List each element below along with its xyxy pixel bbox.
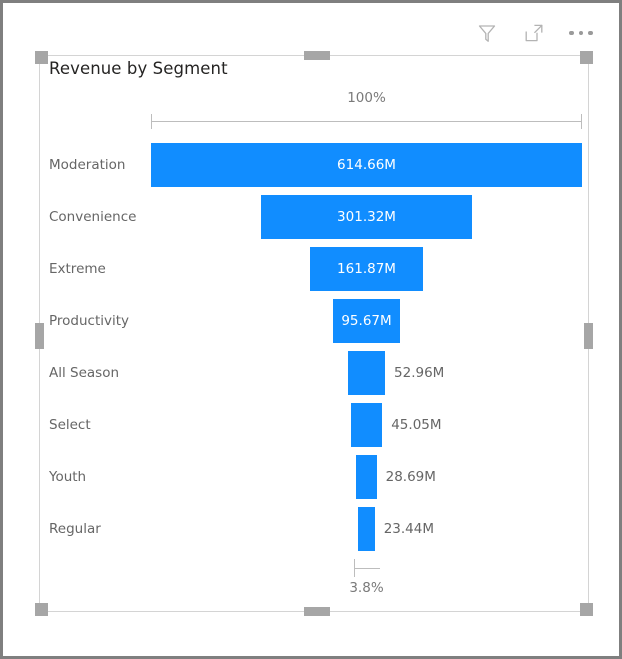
visual-header-toolbar [474, 20, 594, 46]
funnel-value-label: 301.32M [337, 209, 396, 225]
funnel-bar[interactable]: 45.05M [350, 403, 442, 447]
visual-title: Revenue by Segment [49, 59, 228, 78]
funnel-category-label: Select [49, 417, 91, 433]
funnel-bar[interactable]: 301.32M [260, 195, 473, 239]
funnel-bar[interactable]: 52.96M [347, 351, 444, 395]
funnel-row[interactable]: All Season 52.96M [40, 347, 588, 399]
filter-icon[interactable] [474, 20, 500, 46]
funnel-category-label: Productivity [49, 313, 130, 329]
funnel-bar[interactable]: 161.87M [309, 247, 424, 291]
funnel-category-label: All Season [49, 365, 120, 381]
bottom-percent-label: 3.8% [349, 580, 384, 596]
funnel-row[interactable]: Convenience 301.32M [40, 191, 588, 243]
funnel-row[interactable]: Youth 28.69M [40, 451, 588, 503]
bottom-bracket-line [353, 568, 380, 569]
funnel-rows: Moderation 614.66M Convenience 301.32M Extre… [40, 139, 588, 555]
resize-handle-top-left[interactable] [35, 51, 48, 64]
funnel-category-label: Convenience [49, 209, 137, 225]
top-percent-label: 100% [347, 90, 386, 106]
funnel-bar-zone: 23.44M [151, 503, 582, 555]
funnel-row[interactable]: Regular 23.44M [40, 503, 588, 555]
funnel-bar-zone: 301.32M [151, 191, 582, 243]
funnel-category-label: Youth [49, 469, 87, 485]
funnel-value-label: 95.67M [341, 313, 392, 329]
funnel-chart-visual[interactable]: Revenue by Segment 100% Moderation 614.66… [35, 51, 593, 616]
funnel-value-label: 45.05M [391, 417, 442, 433]
funnel-plot-area: 100% Moderation 614.66M Convenience 301.32M… [40, 90, 588, 611]
funnel-category-label: Regular [49, 521, 101, 537]
bottom-percent-bracket [151, 559, 582, 577]
funnel-value-label: 28.69M [385, 469, 436, 485]
funnel-bar-zone: 28.69M [151, 451, 582, 503]
resize-handle-bottom[interactable] [304, 607, 330, 616]
funnel-row[interactable]: Extreme 161.87M [40, 243, 588, 295]
resize-handle-left[interactable] [35, 323, 44, 349]
funnel-bar-zone: 161.87M [151, 243, 582, 295]
funnel-bar-zone: 95.67M [151, 295, 582, 347]
funnel-value-label: 52.96M [394, 365, 445, 381]
focus-mode-icon[interactable] [521, 20, 547, 46]
funnel-value-label: 614.66M [337, 157, 396, 173]
funnel-category-label: Extreme [49, 261, 106, 277]
resize-handle-top-right[interactable] [580, 51, 593, 64]
resize-handle-bottom-left[interactable] [35, 603, 48, 616]
top-percent-bracket [151, 114, 582, 129]
funnel-row[interactable]: Productivity 95.67M [40, 295, 588, 347]
resize-handle-top[interactable] [304, 51, 330, 60]
funnel-value-label: 23.44M [383, 521, 434, 537]
more-options-icon[interactable] [568, 20, 594, 46]
funnel-bar[interactable]: 95.67M [332, 299, 401, 343]
bracket-tick-right [581, 114, 582, 129]
funnel-bar[interactable]: 28.69M [356, 455, 436, 499]
resize-handle-bottom-right[interactable] [580, 603, 593, 616]
funnel-row[interactable]: Select 45.05M [40, 399, 588, 451]
funnel-bar[interactable]: 614.66M [151, 143, 582, 187]
funnel-bar[interactable]: 23.44M [358, 507, 434, 551]
funnel-bar-zone: 614.66M [151, 139, 582, 191]
funnel-category-label: Moderation [49, 157, 126, 173]
funnel-row[interactable]: Moderation 614.66M [40, 139, 588, 191]
funnel-bar-zone: 52.96M [151, 347, 582, 399]
funnel-value-label: 161.87M [337, 261, 396, 277]
ellipsis-dots [569, 30, 593, 36]
resize-handle-right[interactable] [584, 323, 593, 349]
funnel-bar-zone: 45.05M [151, 399, 582, 451]
bracket-line [151, 121, 582, 122]
screenshot-root: Revenue by Segment 100% Moderation 614.66… [0, 0, 622, 659]
